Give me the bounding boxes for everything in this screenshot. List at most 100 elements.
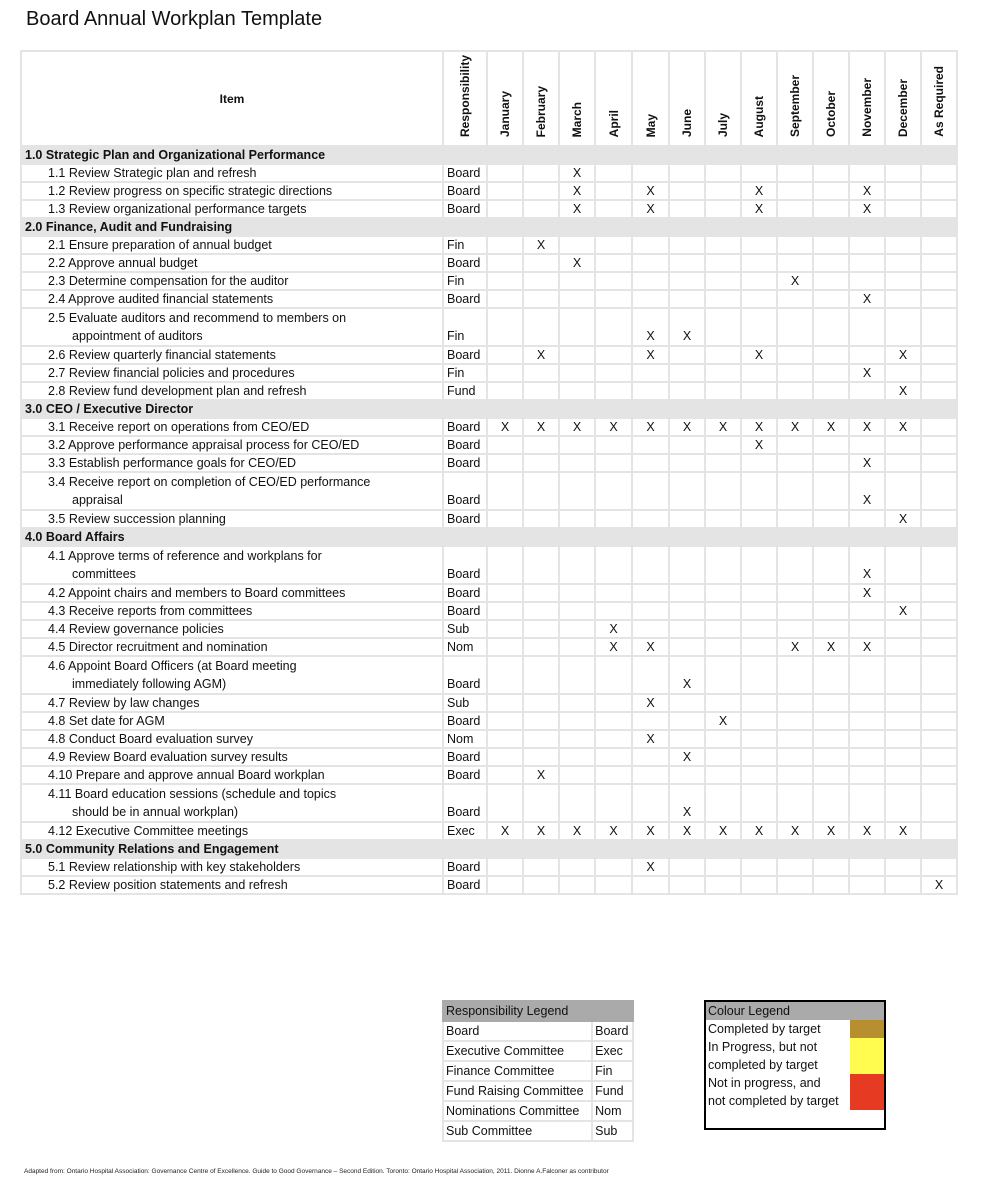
- schedule-cell: [920, 545, 958, 586]
- scheduled-mark: X: [536, 420, 546, 435]
- schedule-cell: [594, 253, 633, 274]
- responsibility-cell: Board: [442, 875, 488, 896]
- schedule-cell: [594, 307, 633, 348]
- schedule-cell: [920, 693, 958, 714]
- schedule-cell: [848, 381, 886, 402]
- schedule-cell: [920, 821, 958, 842]
- schedule-cell: [884, 693, 922, 714]
- scheduled-mark: X: [754, 348, 764, 363]
- schedule-cell: X: [668, 821, 706, 842]
- schedule-cell: [594, 583, 633, 604]
- schedule-cell: [558, 345, 596, 366]
- schedule-cell: [522, 693, 560, 714]
- scheduled-mark: X: [898, 824, 908, 839]
- scheduled-mark: X: [826, 420, 836, 435]
- schedule-cell: [558, 271, 596, 292]
- schedule-cell: X: [884, 601, 922, 622]
- schedule-cell: X: [740, 181, 778, 202]
- schedule-cell: [740, 235, 778, 256]
- schedule-cell: [594, 289, 633, 310]
- responsibility-header: Responsibility: [442, 49, 488, 148]
- responsibility-cell: Board: [442, 545, 488, 586]
- schedule-cell: [920, 619, 958, 640]
- schedule-cell: [486, 583, 524, 604]
- item-label: 5.1 Review relationship with key stakeho…: [48, 860, 301, 875]
- schedule-cell: [740, 453, 778, 474]
- responsibility-cell: Nom: [442, 637, 488, 658]
- schedule-cell: [631, 289, 670, 310]
- schedule-cell: X: [812, 417, 850, 438]
- schedule-cell: [704, 271, 742, 292]
- as-required-header: As Required: [920, 49, 958, 148]
- item-cell: 3.3 Establish performance goals for CEO/…: [20, 453, 444, 474]
- schedule-cell: X: [848, 583, 886, 604]
- schedule-cell: [812, 765, 850, 786]
- schedule-cell: [594, 435, 633, 456]
- schedule-cell: [486, 253, 524, 274]
- schedule-cell: [704, 729, 742, 750]
- scheduled-mark: X: [682, 420, 692, 435]
- schedule-cell: [884, 181, 922, 202]
- schedule-cell: X: [522, 821, 560, 842]
- item-cell: 4.3 Receive reports from committees: [20, 601, 444, 622]
- table-row: 4.12 Executive Committee meetings Exec X X X…: [20, 821, 958, 842]
- schedule-cell: [558, 711, 596, 732]
- schedule-cell: [884, 783, 922, 824]
- schedule-cell: [486, 545, 524, 586]
- schedule-cell: X: [740, 417, 778, 438]
- schedule-cell: [668, 345, 706, 366]
- scheduled-mark: X: [862, 292, 872, 307]
- schedule-cell: [740, 729, 778, 750]
- schedule-cell: [740, 163, 778, 184]
- schedule-cell: X: [704, 711, 742, 732]
- item-label-continued: committees: [72, 567, 136, 582]
- schedule-cell: [668, 545, 706, 586]
- scheduled-mark: X: [646, 696, 655, 711]
- item-label: 4.6 Appoint Board Officers (at Board mee…: [48, 659, 297, 674]
- schedule-cell: [594, 181, 633, 202]
- month-header: April: [594, 49, 633, 148]
- schedule-cell: [558, 435, 596, 456]
- schedule-cell: [920, 181, 958, 202]
- scheduled-mark: X: [898, 420, 908, 435]
- committee-code: Exec: [591, 1040, 634, 1062]
- table-row: 4.8 Conduct Board evaluation survey Nom X: [20, 729, 958, 750]
- schedule-cell: [486, 693, 524, 714]
- schedule-cell: [594, 381, 633, 402]
- schedule-cell: [558, 875, 596, 896]
- schedule-cell: [920, 163, 958, 184]
- schedule-cell: [594, 509, 633, 530]
- scheduled-mark: X: [718, 824, 728, 839]
- schedule-cell: [486, 199, 524, 220]
- schedule-cell: [668, 381, 706, 402]
- schedule-cell: [812, 857, 850, 878]
- schedule-cell: [594, 345, 633, 366]
- legend-header-row: Colour Legend: [705, 1001, 885, 1020]
- section-header-row: 4.0 Board Affairs: [20, 527, 958, 548]
- schedule-cell: [668, 363, 706, 384]
- schedule-cell: [848, 711, 886, 732]
- schedule-cell: [920, 765, 958, 786]
- committee-name: Board: [441, 1020, 594, 1042]
- schedule-cell: [776, 163, 814, 184]
- schedule-cell: [812, 181, 850, 202]
- committee-name: Nominations Committee: [441, 1100, 594, 1122]
- table-row: 2.8 Review fund development plan and ref…: [20, 381, 958, 402]
- month-header: February: [522, 49, 560, 148]
- schedule-cell: [812, 271, 850, 292]
- schedule-cell: [884, 363, 922, 384]
- schedule-cell: [522, 729, 560, 750]
- item-cell: 3.5 Review succession planning: [20, 509, 444, 530]
- committee-code: Nom: [591, 1100, 634, 1122]
- schedule-cell: [776, 545, 814, 586]
- schedule-cell: [594, 655, 633, 696]
- schedule-cell: [884, 253, 922, 274]
- schedule-cell: [740, 693, 778, 714]
- schedule-cell: [631, 509, 670, 530]
- schedule-cell: [631, 783, 670, 824]
- table-row: 2.1 Ensure preparation of annual budget F…: [20, 235, 958, 256]
- schedule-cell: [631, 545, 670, 586]
- schedule-cell: [704, 747, 742, 768]
- item-label: 2.5 Evaluate auditors and recommend to m…: [48, 311, 347, 326]
- schedule-cell: [848, 345, 886, 366]
